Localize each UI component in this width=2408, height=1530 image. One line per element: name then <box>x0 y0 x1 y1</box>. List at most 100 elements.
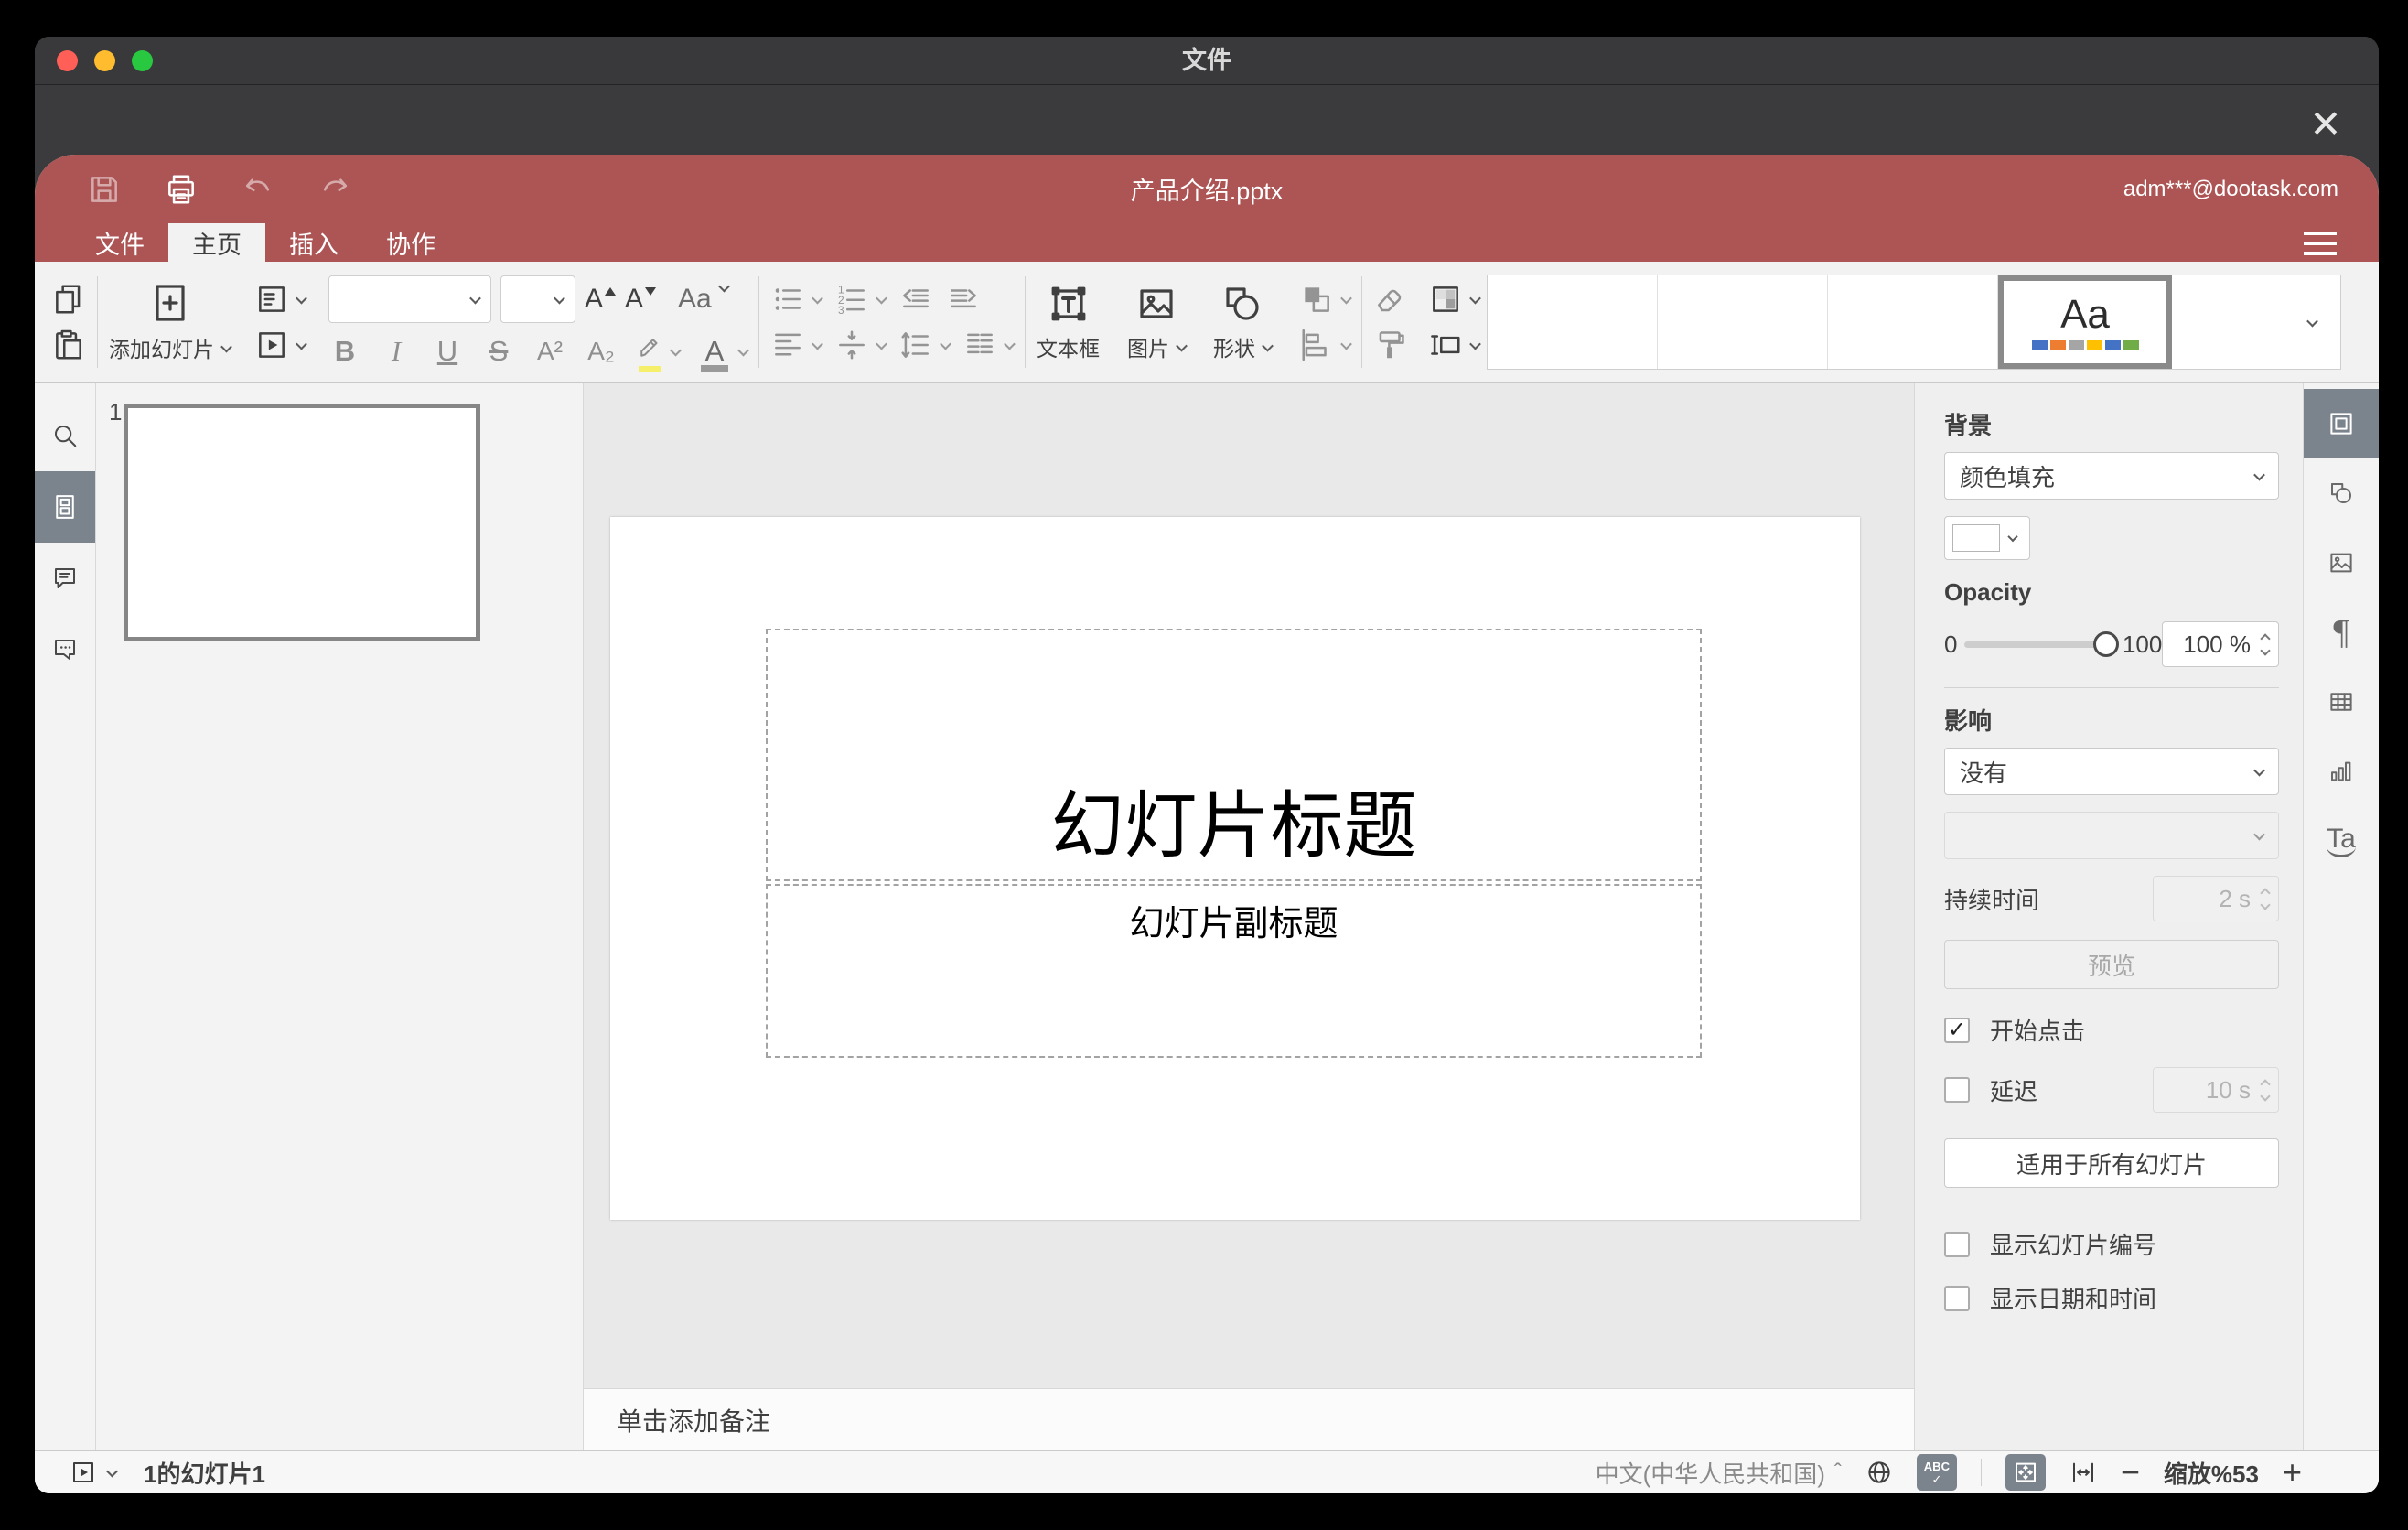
zoom-in-button[interactable]: + <box>2283 1456 2302 1489</box>
font-size-select[interactable] <box>500 275 575 323</box>
comments-panel-button[interactable] <box>35 543 95 614</box>
insert-image-button[interactable]: 图片 <box>1127 282 1188 362</box>
show-date-time-checkbox[interactable] <box>1944 1285 1970 1311</box>
undo-button[interactable] <box>240 171 276 208</box>
font-color-button[interactable]: A <box>698 335 749 372</box>
clear-style-button[interactable] <box>1373 282 1408 317</box>
effect-select[interactable]: 没有 <box>1944 748 2279 795</box>
numbering-button[interactable]: 123 <box>834 282 887 317</box>
superscript-button[interactable]: A² <box>533 337 566 366</box>
add-slide-button[interactable]: 添加幻灯片 <box>109 281 232 363</box>
tab-insert[interactable]: 插入 <box>265 223 362 262</box>
shape-settings-tab[interactable] <box>2304 458 2379 528</box>
subtitle-placeholder[interactable]: 幻灯片副标题 <box>766 884 1702 1058</box>
increase-font-button[interactable]: A <box>585 284 617 315</box>
color-scheme-button[interactable] <box>1428 282 1481 317</box>
decrease-indent-button[interactable] <box>898 282 933 317</box>
save-icon <box>91 176 117 202</box>
paragraph-settings-tab[interactable]: ¶ <box>2304 598 2379 667</box>
add-slide-label: 添加幻灯片 <box>109 338 214 361</box>
insert-shape-button[interactable]: 形状 <box>1213 282 1274 362</box>
fit-to-slide-toggle[interactable] <box>2005 1454 2046 1491</box>
redo-button[interactable] <box>317 171 353 208</box>
apply-to-all-slides-button[interactable]: 适用于所有幻灯片 <box>1944 1138 2279 1188</box>
chart-settings-tab[interactable] <box>2304 737 2379 806</box>
highlight-color-button[interactable] <box>636 334 682 372</box>
slide-1[interactable]: 幻灯片标题 幻灯片副标题 <box>610 517 1860 1220</box>
theme-item[interactable] <box>2172 275 2284 369</box>
start-slideshow-status-button[interactable] <box>70 1459 118 1486</box>
change-case-button[interactable]: Aa <box>678 280 730 315</box>
font-name-select[interactable] <box>328 275 491 323</box>
opacity-slider-knob[interactable] <box>2092 630 2119 657</box>
slide-size-button[interactable] <box>1428 328 1481 362</box>
delay-checkbox[interactable] <box>1944 1077 1970 1103</box>
spellcheck-abc-label: ABC <box>1923 1459 1950 1473</box>
opacity-spinner[interactable]: 100 % <box>2162 621 2279 667</box>
title-placeholder[interactable]: 幻灯片标题 <box>766 629 1702 881</box>
fit-to-width-button[interactable] <box>2069 1459 2097 1486</box>
strikeout-button[interactable]: S <box>482 335 515 368</box>
bold-button[interactable]: B <box>328 335 361 368</box>
add-slide-icon <box>155 285 185 321</box>
theme-item[interactable] <box>1488 275 1658 369</box>
chevron-down-icon <box>1469 292 1481 304</box>
paste-button[interactable] <box>51 328 86 362</box>
columns-button[interactable] <box>962 328 1016 362</box>
image-settings-tab[interactable] <box>2304 528 2379 598</box>
spellcheck-toggle[interactable]: ABC ✓ <box>1916 1454 1957 1491</box>
chat-panel-button[interactable] <box>35 614 95 685</box>
theme-gallery-expand-button[interactable] <box>2284 275 2340 369</box>
copy-style-button[interactable] <box>1373 328 1408 362</box>
fill-color-button[interactable] <box>1944 516 2030 560</box>
insert-textbox-button[interactable]: 文本框 <box>1037 282 1100 362</box>
line-spacing-button[interactable] <box>898 328 951 362</box>
opacity-slider[interactable] <box>1964 630 2119 657</box>
vertical-align-button[interactable] <box>834 328 887 362</box>
theme-item[interactable] <box>1828 275 1998 369</box>
dimmed-app-strip <box>35 85 2379 155</box>
theme-item[interactable] <box>1658 275 1828 369</box>
slide-layout-button[interactable] <box>254 282 307 317</box>
ribbon-tabbar: 文件 主页 插入 协作 <box>35 223 2379 262</box>
notes-area[interactable]: 单击添加备注 <box>584 1388 1914 1450</box>
underline-button[interactable]: U <box>431 335 464 368</box>
horizontal-align-button[interactable] <box>770 328 823 362</box>
triangle-down-icon <box>645 287 657 296</box>
textart-settings-tab[interactable]: Ta <box>2304 806 2379 876</box>
menu-hamburger-icon[interactable] <box>2304 232 2337 255</box>
close-icon[interactable]: ✕ <box>2304 102 2348 146</box>
theme-color-swatches <box>2031 339 2139 350</box>
align-shapes-button[interactable] <box>1299 328 1352 362</box>
increase-indent-button[interactable] <box>946 282 981 317</box>
spinner-arrows[interactable] <box>2260 632 2271 656</box>
start-slideshow-button[interactable] <box>254 328 307 362</box>
tab-home[interactable]: 主页 <box>168 223 265 262</box>
document-title: 产品介绍.pptx <box>1130 178 1284 205</box>
set-language-button[interactable] <box>1865 1459 1893 1486</box>
copy-icon <box>56 285 81 314</box>
print-button[interactable] <box>163 171 199 208</box>
slide-settings-tab[interactable] <box>2304 389 2379 458</box>
table-settings-tab[interactable] <box>2304 667 2379 737</box>
start-on-click-checkbox[interactable]: ✓ <box>1944 1017 1970 1043</box>
show-slide-number-checkbox[interactable] <box>1944 1231 1970 1257</box>
theme-item-selected[interactable]: Aa <box>1998 275 2172 369</box>
search-panel-button[interactable] <box>35 400 95 471</box>
italic-button[interactable]: I <box>380 335 413 368</box>
background-fill-select[interactable]: 颜色填充 <box>1944 452 2279 500</box>
copy-button[interactable] <box>51 282 86 317</box>
language-selector[interactable]: 中文(中华人民共和国) ˆ <box>1596 1456 1842 1490</box>
tab-file[interactable]: 文件 <box>71 223 168 262</box>
arrange-button[interactable] <box>1299 282 1352 317</box>
slide-canvas[interactable]: 幻灯片标题 幻灯片副标题 <box>584 383 1914 1388</box>
zoom-out-button[interactable]: − <box>2121 1456 2140 1489</box>
bullets-button[interactable] <box>770 282 823 317</box>
save-button[interactable] <box>86 171 123 208</box>
tab-collaboration[interactable]: 协作 <box>362 223 459 262</box>
slide-thumbnail-1[interactable] <box>124 404 480 641</box>
subscript-button[interactable]: A₂ <box>585 337 618 366</box>
slides-panel-button[interactable] <box>35 471 95 543</box>
decrease-font-button[interactable]: A <box>625 284 657 315</box>
chevron-down-icon <box>670 344 682 356</box>
